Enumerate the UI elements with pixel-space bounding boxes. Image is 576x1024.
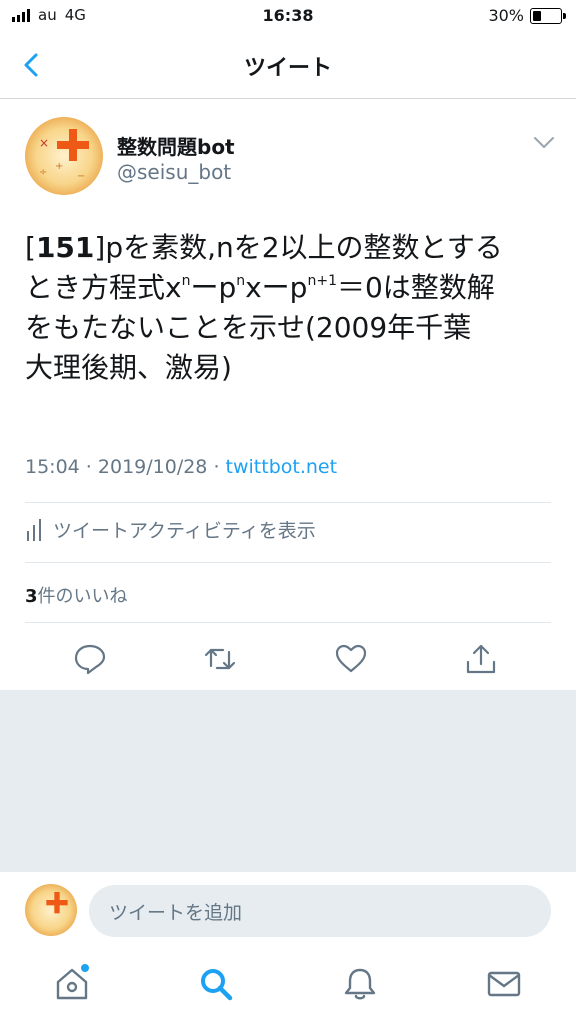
like-count-suffix: 件のいいね bbox=[37, 586, 128, 607]
svg-text:÷: ÷ bbox=[39, 167, 47, 178]
bell-icon[interactable] bbox=[342, 966, 378, 1002]
search-icon[interactable] bbox=[198, 966, 234, 1002]
tweet-line-4: 大理後期、激易) bbox=[25, 351, 232, 384]
page-title: ツイート bbox=[243, 56, 332, 81]
bar-chart-icon bbox=[27, 518, 41, 541]
tweet-date: 2019/10/28 bbox=[97, 456, 208, 478]
battery-icon bbox=[530, 7, 566, 24]
my-avatar[interactable] bbox=[25, 884, 77, 936]
tweet-line-2: とき方程式xnーpnxーpn+1＝0は整数解 bbox=[25, 271, 495, 304]
status-bar: au 4G 16:38 30% bbox=[0, 0, 576, 32]
svg-text:×: × bbox=[39, 136, 49, 150]
battery-percent: 30% bbox=[488, 6, 524, 25]
divider bbox=[25, 502, 551, 503]
divider bbox=[25, 622, 551, 623]
svg-text:−: − bbox=[77, 171, 85, 182]
status-right: 30% bbox=[488, 6, 566, 25]
tweet-line-3: をもたないことを示せ(2009年千葉 bbox=[25, 311, 472, 344]
nav-header: ツイート bbox=[0, 32, 576, 99]
empty-replies-area bbox=[0, 690, 576, 872]
user-handle[interactable]: @seisu_bot bbox=[117, 160, 231, 184]
share-icon[interactable] bbox=[464, 642, 498, 676]
tweet-text: [151]pを素数,nを2以上の整数とする とき方程式xnーpnxーpn+1＝0… bbox=[25, 228, 555, 388]
retweet-icon[interactable] bbox=[203, 642, 237, 676]
tweet-line-1: [151]pを素数,nを2以上の整数とする bbox=[25, 231, 503, 264]
like-count-number: 3 bbox=[25, 586, 38, 607]
user-name[interactable]: 整数問題bot bbox=[117, 131, 235, 160]
svg-text:+: + bbox=[55, 161, 63, 172]
likes-count[interactable]: 3件のいいね bbox=[25, 582, 128, 608]
activity-label: ツイートアクティビティを表示 bbox=[53, 520, 316, 542]
tweet-actions bbox=[0, 640, 576, 678]
avatar[interactable]: × + ÷ − bbox=[25, 117, 103, 195]
mail-icon[interactable] bbox=[486, 966, 522, 1002]
tweet-time: 15:04 bbox=[25, 456, 80, 478]
comment-icon[interactable] bbox=[73, 642, 107, 676]
tweet-activity-link[interactable]: ツイートアクティビティを表示 bbox=[25, 516, 316, 543]
heart-icon[interactable] bbox=[334, 642, 368, 676]
bottom-nav bbox=[0, 950, 576, 1024]
reply-placeholder: ツイートを追加 bbox=[109, 902, 243, 924]
tweet-meta: 15:04 · 2019/10/28 · twittbot.net bbox=[25, 456, 338, 478]
divider bbox=[25, 562, 551, 563]
source-link[interactable]: twittbot.net bbox=[226, 456, 338, 478]
chevron-down-icon[interactable] bbox=[533, 136, 555, 150]
home-notification-dot bbox=[81, 964, 89, 972]
reply-input[interactable]: ツイートを追加 bbox=[89, 885, 551, 937]
